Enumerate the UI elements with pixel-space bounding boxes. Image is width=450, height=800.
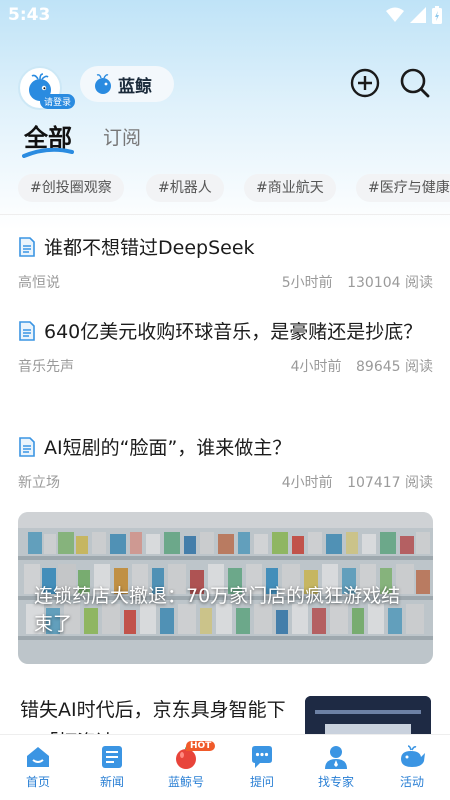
- banner-title: 连锁药店大撤退：70万家门店的疯狂游戏结束了: [34, 585, 401, 635]
- brand-pill[interactable]: 蓝鲸: [80, 66, 174, 102]
- article-time: 4小时前: [290, 359, 342, 375]
- tab-active-indicator: [22, 148, 74, 158]
- top-bar: 请登录 蓝鲸: [0, 62, 450, 110]
- brand-name: 蓝鲸: [118, 76, 152, 97]
- chat-icon: [252, 746, 272, 768]
- expert-icon: [325, 746, 347, 769]
- battery-icon: [432, 6, 442, 24]
- signal-icon: [410, 7, 426, 23]
- nav-label: 找专家: [317, 775, 354, 789]
- tab-bar: 全部 订阅: [0, 114, 450, 162]
- list-item[interactable]: 640亿美元收购环球音乐，是豪赌还是抄底？ 音乐先声 4小时前 89645 阅读: [18, 316, 433, 376]
- status-time: 5:43: [8, 5, 51, 25]
- document-icon: [19, 237, 35, 257]
- article-title: 640亿美元收购环球音乐，是豪赌还是抄底？: [44, 321, 423, 343]
- nav-label: 蓝鲸号: [167, 775, 204, 789]
- article-meta: 高恒说 5小时前 130104 阅读: [18, 272, 433, 292]
- whale-icon: [401, 745, 425, 767]
- chip-topic[interactable]: #商业航天: [244, 174, 336, 202]
- hot-badge: HOT: [186, 741, 216, 751]
- wifi-icon: [386, 7, 404, 22]
- nav-label: 新闻: [99, 775, 124, 789]
- article-title-row: 谁都不想错过DeepSeek: [18, 232, 433, 264]
- chip-topic[interactable]: #医疗与健康: [356, 174, 450, 202]
- banner-article[interactable]: 连锁药店大撤退：70万家门店的疯狂游戏结束了: [18, 512, 433, 664]
- article-meta: 音乐先声 4小时前 89645 阅读: [18, 356, 433, 376]
- nav-label: 活动: [399, 775, 424, 789]
- topic-chips: #创投圈观察 #机器人 #商业航天 #医疗与健康: [0, 174, 450, 204]
- home-icon: [27, 747, 49, 767]
- whale-logo-icon: [95, 74, 111, 94]
- login-badge[interactable]: 请登录: [40, 94, 76, 109]
- nav-label: 提问: [249, 775, 274, 789]
- nav-label: 首页: [25, 775, 50, 789]
- article-reads: 107417 阅读: [347, 475, 433, 491]
- article-title-row: 640亿美元收购环球音乐，是豪赌还是抄底？: [18, 316, 433, 348]
- nav-item-news[interactable]: 新闻: [82, 743, 142, 790]
- article-title: 谁都不想错过DeepSeek: [44, 237, 255, 259]
- article-time: 5小时前: [281, 275, 333, 291]
- nav-item-home[interactable]: 首页: [8, 743, 68, 790]
- tab-subscribe[interactable]: 订阅: [103, 123, 141, 150]
- article-source: 音乐先声: [18, 359, 74, 375]
- chip-topic[interactable]: #创投圈观察: [18, 174, 124, 202]
- article-source: 高恒说: [18, 275, 60, 291]
- bottom-nav: 首页 新闻 HOT 蓝鲸号 提问 找专家 活动: [0, 734, 450, 800]
- add-icon[interactable]: [348, 66, 382, 100]
- article-reads: 130104 阅读: [347, 275, 433, 291]
- status-bar: 5:43: [0, 0, 450, 32]
- article-time: 4小时前: [281, 475, 333, 491]
- news-icon: [102, 746, 122, 768]
- article-title-row: AI短剧的“脸面”，谁来做主？: [18, 432, 433, 464]
- list-item[interactable]: 谁都不想错过DeepSeek 高恒说 5小时前 130104 阅读: [18, 232, 433, 292]
- document-icon: [19, 437, 35, 457]
- nav-item-ask[interactable]: 提问: [232, 743, 292, 790]
- document-icon: [19, 321, 35, 341]
- chip-topic[interactable]: #机器人: [146, 174, 224, 202]
- divider: [0, 214, 450, 215]
- search-icon[interactable]: [398, 66, 432, 100]
- article-source: 新立场: [18, 475, 60, 491]
- nav-item-expert[interactable]: 找专家: [306, 743, 366, 790]
- article-title: AI短剧的“脸面”，谁来做主？: [44, 437, 292, 459]
- status-icons: [386, 6, 442, 24]
- nav-item-whale-account[interactable]: HOT 蓝鲸号: [156, 741, 216, 790]
- article-meta: 新立场 4小时前 107417 阅读: [18, 472, 433, 492]
- article-reads: 89645 阅读: [356, 359, 433, 375]
- list-item[interactable]: AI短剧的“脸面”，谁来做主？ 新立场 4小时前 107417 阅读: [18, 432, 433, 492]
- nav-item-events[interactable]: 活动: [382, 743, 442, 790]
